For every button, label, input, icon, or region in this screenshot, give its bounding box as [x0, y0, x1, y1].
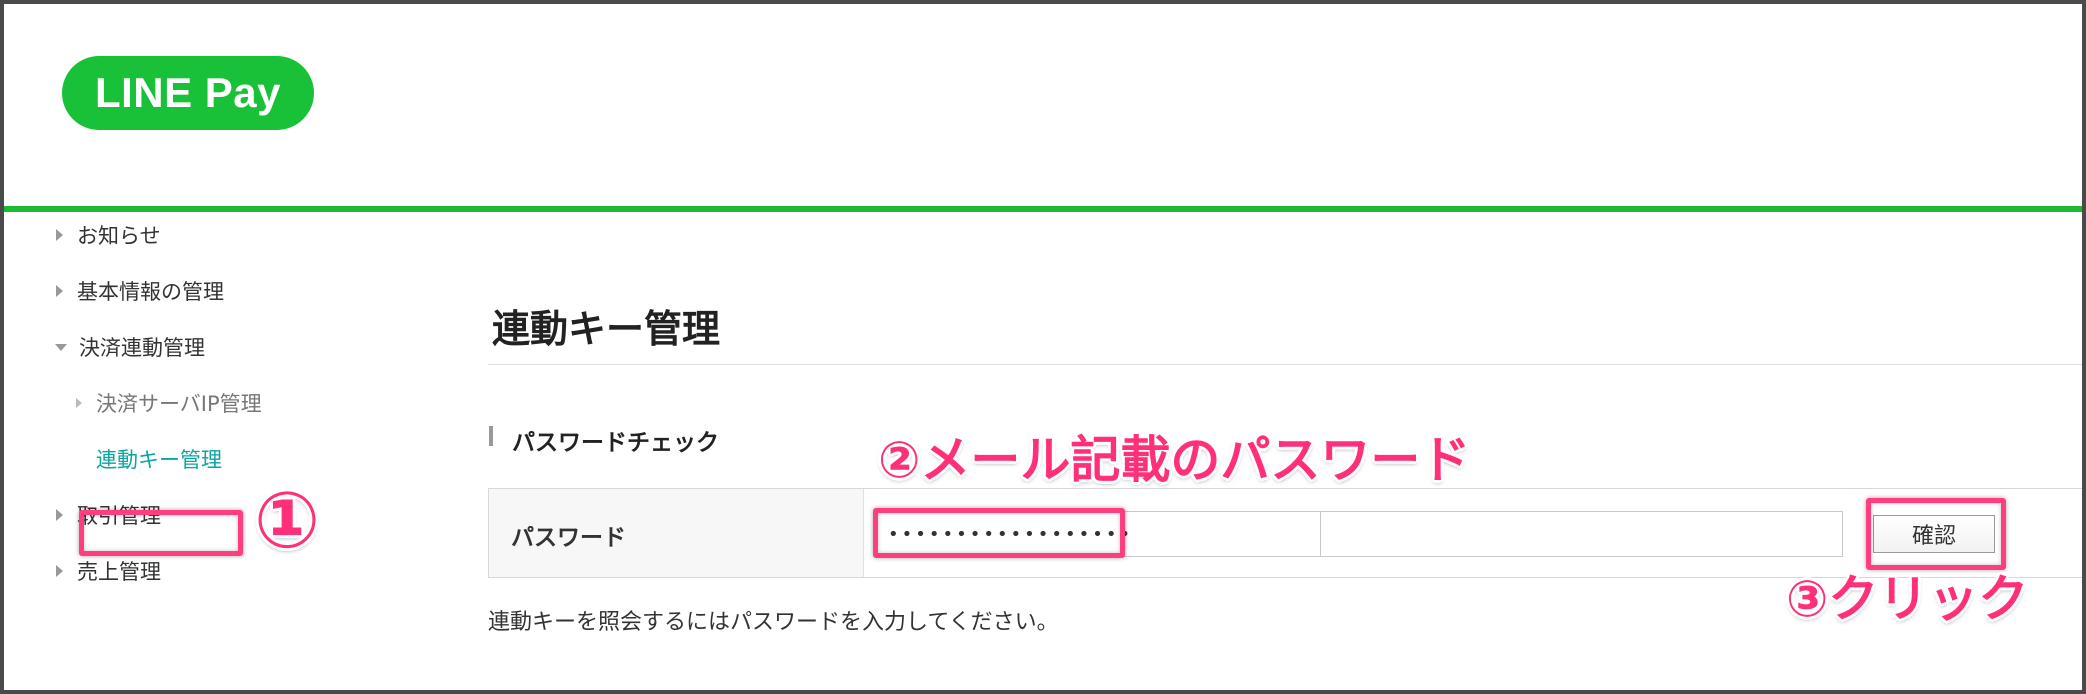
sidebar-subitem-server-ip[interactable]: 決済サーバIP管理	[76, 388, 262, 418]
highlight-password-input	[873, 508, 1125, 558]
header: LINE Pay	[4, 4, 2082, 206]
section-title: パスワードチェック	[512, 430, 719, 456]
annotation-step-3: ③クリック	[1786, 570, 2029, 628]
highlight-sidebar-link-key	[79, 510, 243, 556]
annotation-step-1: ①	[254, 476, 321, 566]
sidebar-item-label: お知らせ	[77, 224, 161, 248]
line-pay-logo[interactable]: LINE Pay	[62, 56, 314, 130]
caret-down-icon	[55, 343, 67, 351]
annotation-step-2: ②メール記載のパスワード	[878, 431, 1471, 489]
caret-right-icon	[76, 398, 82, 408]
logo-text: LINE Pay	[94, 69, 282, 116]
page-title: 連動キー管理	[492, 307, 721, 351]
help-text: 連動キーを照会するにはパスワードを入力してください。	[488, 610, 1059, 635]
caret-right-icon	[56, 229, 63, 241]
sidebar-item-label: 連動キー管理	[96, 448, 222, 472]
caret-right-icon	[56, 285, 63, 297]
password-input-extension[interactable]	[1321, 511, 1843, 557]
sidebar-item-basic-info[interactable]: 基本情報の管理	[56, 276, 224, 306]
section-marker	[489, 426, 493, 446]
sidebar-item-label: 決済サーバIP管理	[96, 392, 262, 416]
sidebar-item-label: 基本情報の管理	[77, 280, 224, 304]
sidebar-subitem-link-key[interactable]: 連動キー管理	[96, 444, 222, 474]
sidebar-item-label: 決済連動管理	[79, 336, 205, 360]
sidebar-nav: お知らせ 基本情報の管理 決済連動管理 決済サーバIP管理 連動キー管理 取引管…	[0, 212, 460, 690]
sidebar-item-notices[interactable]: お知らせ	[56, 220, 161, 250]
highlight-confirm-button	[1866, 498, 2006, 570]
caret-right-icon	[56, 565, 63, 577]
caret-right-icon	[56, 509, 63, 521]
title-divider	[488, 364, 2082, 365]
password-label: パスワード	[511, 525, 626, 551]
password-form: パスワード •••••••••••••••••• 確認	[488, 488, 2082, 578]
sidebar-item-payment-link[interactable]: 決済連動管理	[55, 332, 205, 362]
sidebar-item-label: 売上管理	[77, 560, 161, 584]
form-label-cell: パスワード	[489, 489, 864, 577]
sidebar-item-sales[interactable]: 売上管理	[56, 556, 161, 586]
